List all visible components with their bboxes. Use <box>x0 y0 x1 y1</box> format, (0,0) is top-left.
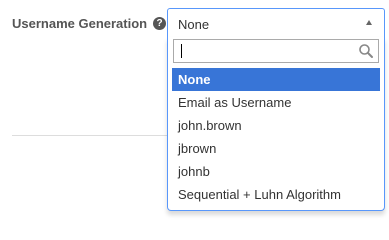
select-dropdown: None Email as Username john.brown jbrown… <box>167 37 385 211</box>
dropdown-search-input[interactable] <box>174 40 354 62</box>
field-label: Username Generation ? <box>12 16 167 31</box>
select-current-value: None <box>178 17 210 32</box>
option-johnb[interactable]: johnb <box>172 160 380 183</box>
option-sequential-luhn[interactable]: Sequential + Luhn Algorithm <box>172 183 380 206</box>
caret-up-icon[interactable] <box>366 20 372 25</box>
option-jbrown[interactable]: jbrown <box>172 137 380 160</box>
form-panel: Username Generation ? None None Email as… <box>0 0 389 221</box>
help-icon[interactable]: ? <box>153 17 167 30</box>
field-label-text: Username Generation <box>12 16 148 31</box>
section-divider <box>12 135 172 136</box>
option-email-as-username[interactable]: Email as Username <box>172 91 380 114</box>
text-cursor <box>181 44 182 58</box>
dropdown-options-list: None Email as Username john.brown jbrown… <box>172 68 380 206</box>
dropdown-search-field[interactable] <box>173 39 379 63</box>
username-generation-select[interactable]: None <box>167 8 385 38</box>
option-john-brown[interactable]: john.brown <box>172 114 380 137</box>
search-icon <box>359 44 373 58</box>
option-none[interactable]: None <box>172 68 380 91</box>
